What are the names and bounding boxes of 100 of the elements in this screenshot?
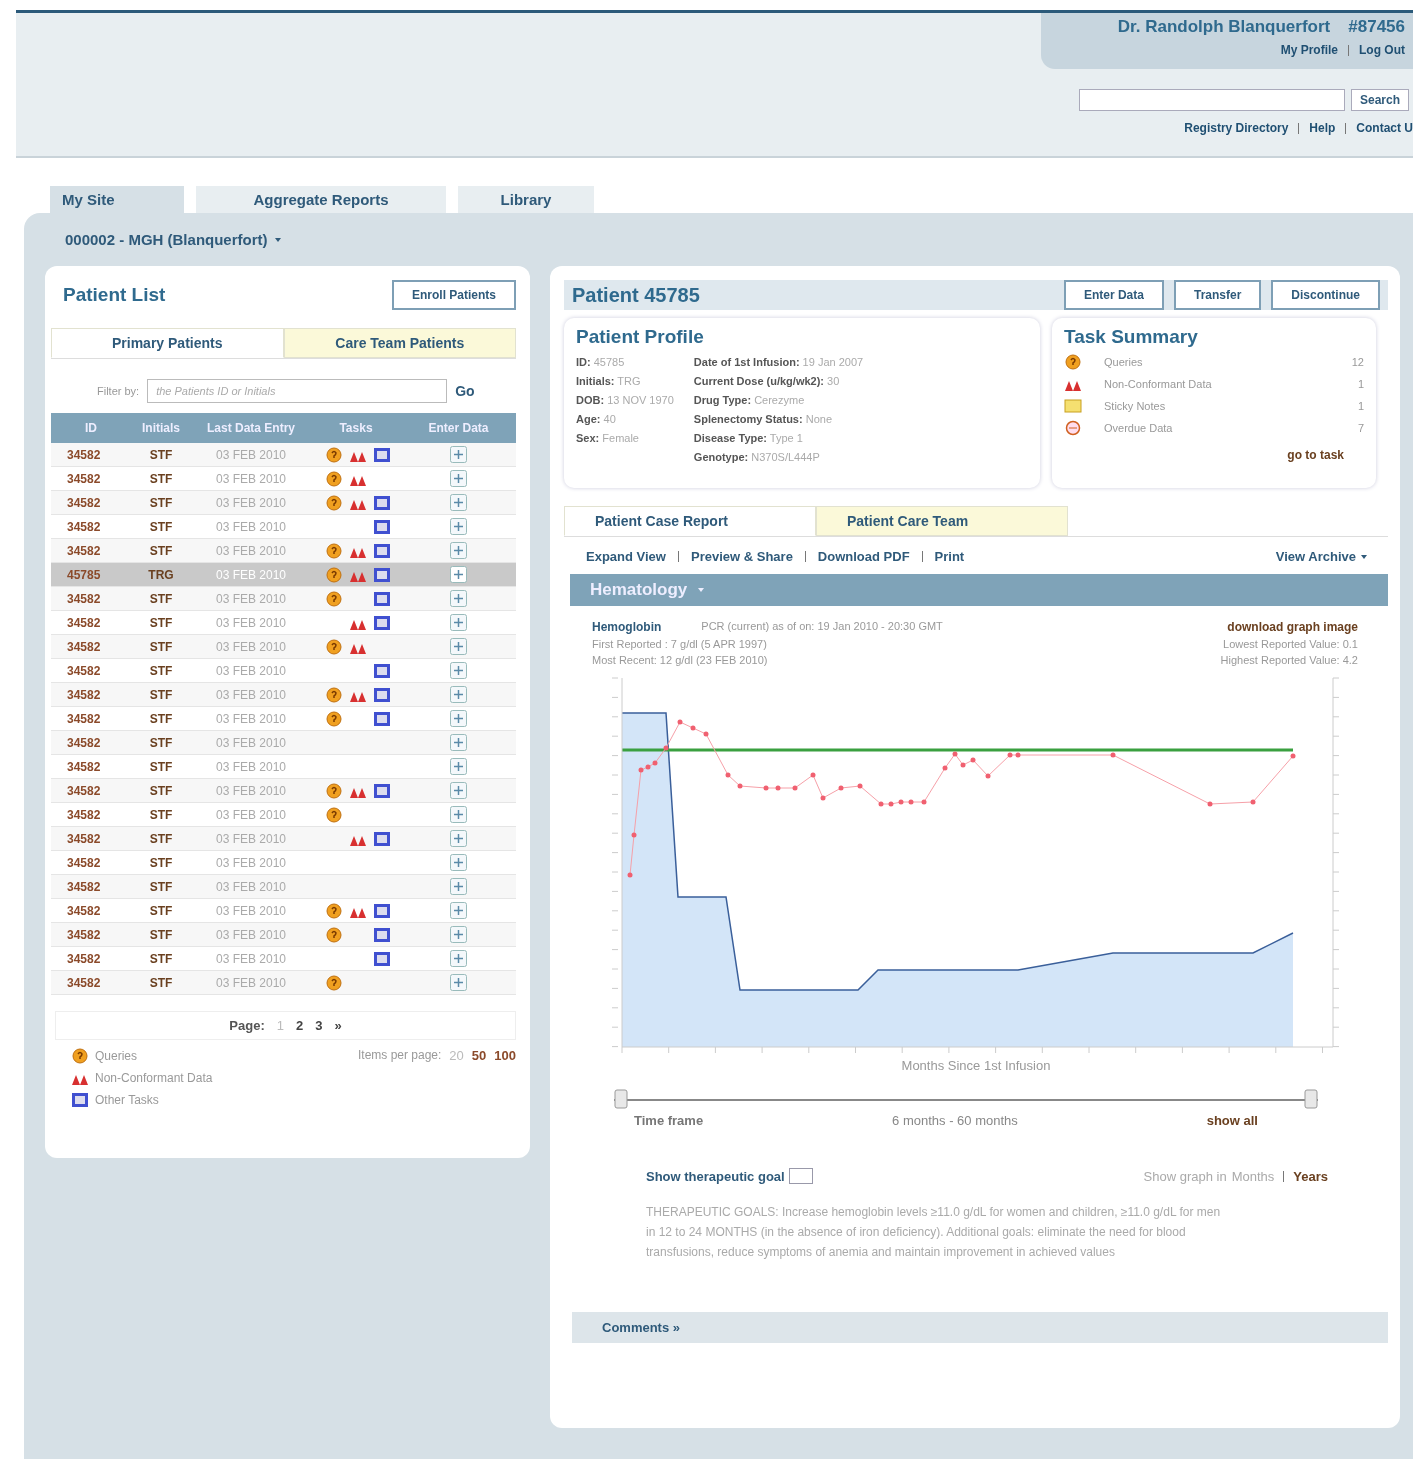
checkbox[interactable] bbox=[788, 1168, 813, 1184]
add-button[interactable] bbox=[450, 974, 467, 991]
table-cell: STF bbox=[131, 946, 191, 971]
add-button[interactable] bbox=[450, 926, 467, 943]
table-row[interactable]: 34582 STF 03 FEB 2010 bbox=[51, 730, 516, 755]
link[interactable]: Registry Directory bbox=[1184, 121, 1289, 135]
table-row[interactable]: 34582 STF 03 FEB 2010 bbox=[51, 634, 516, 659]
tab[interactable]: My Site bbox=[50, 186, 184, 213]
link[interactable]: Expand View bbox=[586, 549, 666, 564]
profile-field: Age: 40 bbox=[576, 413, 674, 425]
table-row[interactable]: 34582 STF 03 FEB 2010 bbox=[51, 850, 516, 875]
link[interactable]: Download PDF bbox=[817, 549, 910, 564]
action-button[interactable]: Transfer bbox=[1173, 280, 1262, 310]
add-button[interactable] bbox=[450, 446, 467, 463]
link[interactable]: Help bbox=[1309, 121, 1336, 135]
add-button[interactable] bbox=[450, 662, 467, 679]
table-cell: 03 FEB 2010 bbox=[191, 874, 311, 899]
table-row[interactable]: 34582 STF 03 FEB 2010 bbox=[51, 874, 516, 899]
table-row[interactable]: 34582 STF 03 FEB 2010 bbox=[51, 586, 516, 611]
show-all-link[interactable]: show all bbox=[1206, 1113, 1258, 1128]
enroll-button[interactable]: Enroll Patients bbox=[391, 280, 516, 310]
page-link[interactable]: 3 bbox=[315, 1018, 323, 1033]
profile-field: Date of 1st Infusion: 19 Jan 2007 bbox=[693, 356, 864, 368]
link[interactable]: My Profile bbox=[1280, 43, 1338, 57]
next-link[interactable]: » bbox=[334, 1018, 342, 1033]
add-button[interactable] bbox=[450, 830, 467, 847]
profile-field: Genotype: N370S/L444P bbox=[693, 451, 864, 463]
add-button[interactable] bbox=[450, 614, 467, 631]
slider-handle[interactable] bbox=[1304, 1089, 1318, 1109]
table-row[interactable]: 34582 STF 03 FEB 2010 bbox=[51, 802, 516, 827]
add-button[interactable] bbox=[450, 878, 467, 895]
slider-handle[interactable] bbox=[614, 1089, 628, 1109]
table-row[interactable]: 34582 STF 03 FEB 2010 bbox=[51, 658, 516, 683]
add-button[interactable] bbox=[450, 758, 467, 775]
tab[interactable]: Patient Care Team bbox=[816, 506, 1068, 536]
link[interactable]: Contact U bbox=[1356, 121, 1413, 135]
action-button[interactable]: Enter Data bbox=[1063, 280, 1164, 310]
card-title: Task Summary bbox=[1064, 326, 1199, 348]
table-cell: TRG bbox=[131, 562, 191, 587]
go-link[interactable]: Go bbox=[455, 383, 475, 399]
tab[interactable]: Library bbox=[458, 186, 594, 213]
table-row[interactable]: 34582 STF 03 FEB 2010 bbox=[51, 682, 516, 707]
page-link[interactable]: 2 bbox=[295, 1018, 304, 1033]
add-button[interactable] bbox=[450, 566, 467, 583]
link[interactable]: Print bbox=[934, 549, 965, 564]
table-row[interactable]: 34582 STF 03 FEB 2010 bbox=[51, 610, 516, 635]
add-button[interactable] bbox=[450, 470, 467, 487]
link[interactable]: Preview & Share bbox=[690, 549, 793, 564]
time-range: 6 months - 60 months bbox=[892, 1113, 1018, 1128]
tab[interactable]: Care Team Patients bbox=[283, 328, 516, 358]
add-button[interactable] bbox=[450, 494, 467, 511]
filter-label: Filter by: bbox=[97, 385, 140, 397]
table-cell: 03 FEB 2010 bbox=[191, 706, 311, 731]
tab[interactable]: Aggregate Reports bbox=[196, 186, 446, 213]
add-button[interactable] bbox=[450, 806, 467, 823]
link[interactable]: View Archive bbox=[1275, 549, 1356, 564]
add-button[interactable] bbox=[450, 710, 467, 727]
comments-header[interactable]: Comments » bbox=[572, 1312, 1388, 1343]
table-row[interactable]: 34582 STF 03 FEB 2010 bbox=[51, 898, 516, 923]
page-size-link[interactable]: 50 bbox=[471, 1048, 487, 1108]
task-count: 1 bbox=[1356, 378, 1364, 390]
site-selector[interactable]: 000002 - MGH (Blanquerfort) bbox=[65, 231, 268, 248]
table-row[interactable]: 34582 STF 03 FEB 2010 bbox=[51, 443, 516, 467]
link[interactable]: Log Out bbox=[1359, 43, 1405, 57]
action-button[interactable]: Discontinue bbox=[1271, 280, 1380, 310]
table-cell: 34582 bbox=[51, 802, 131, 827]
add-button[interactable] bbox=[450, 782, 467, 799]
add-button[interactable] bbox=[450, 518, 467, 535]
add-button[interactable] bbox=[450, 542, 467, 559]
sticky-note-icon bbox=[1064, 398, 1082, 414]
table-row[interactable]: 34582 STF 03 FEB 2010 bbox=[51, 826, 516, 851]
table-row[interactable]: 34582 STF 03 FEB 2010 bbox=[51, 514, 516, 539]
table-row[interactable]: 34582 STF 03 FEB 2010 bbox=[51, 922, 516, 947]
add-button[interactable] bbox=[450, 686, 467, 703]
add-button[interactable] bbox=[450, 734, 467, 751]
table-cell: STF bbox=[131, 586, 191, 611]
add-button[interactable] bbox=[450, 854, 467, 871]
search-button[interactable]: Search bbox=[1350, 89, 1409, 111]
table-row[interactable]: 34582 STF 03 FEB 2010 bbox=[51, 970, 516, 995]
table-row[interactable]: 34582 STF 03 FEB 2010 bbox=[51, 466, 516, 491]
filter-field[interactable]: the Patients ID or Initials bbox=[147, 379, 448, 403]
table-row[interactable]: 34582 STF 03 FEB 2010 bbox=[51, 778, 516, 803]
add-button[interactable] bbox=[450, 950, 467, 967]
page-size-link[interactable]: 100 bbox=[494, 1048, 516, 1108]
tab[interactable]: Patient Case Report bbox=[564, 506, 816, 536]
tab[interactable]: Primary Patients bbox=[51, 328, 284, 358]
download-link[interactable]: download graph image bbox=[1227, 620, 1358, 634]
table-row[interactable]: 34582 STF 03 FEB 2010 bbox=[51, 538, 516, 563]
table-row[interactable]: 34582 STF 03 FEB 2010 bbox=[51, 706, 516, 731]
add-button[interactable] bbox=[450, 638, 467, 655]
unit-link[interactable]: Years bbox=[1293, 1168, 1328, 1184]
add-button[interactable] bbox=[450, 590, 467, 607]
table-row[interactable]: 34582 STF 03 FEB 2010 bbox=[51, 754, 516, 779]
measure-selector[interactable]: Hemoglobin bbox=[592, 620, 662, 634]
go-to-task-link[interactable]: go to task bbox=[1064, 448, 1364, 462]
pager-label: Page: bbox=[229, 1018, 265, 1033]
add-button[interactable] bbox=[450, 902, 467, 919]
table-row[interactable]: 34582 STF 03 FEB 2010 bbox=[51, 490, 516, 515]
search-field[interactable] bbox=[1078, 89, 1345, 111]
table-row[interactable]: 34582 STF 03 FEB 2010 bbox=[51, 946, 516, 971]
